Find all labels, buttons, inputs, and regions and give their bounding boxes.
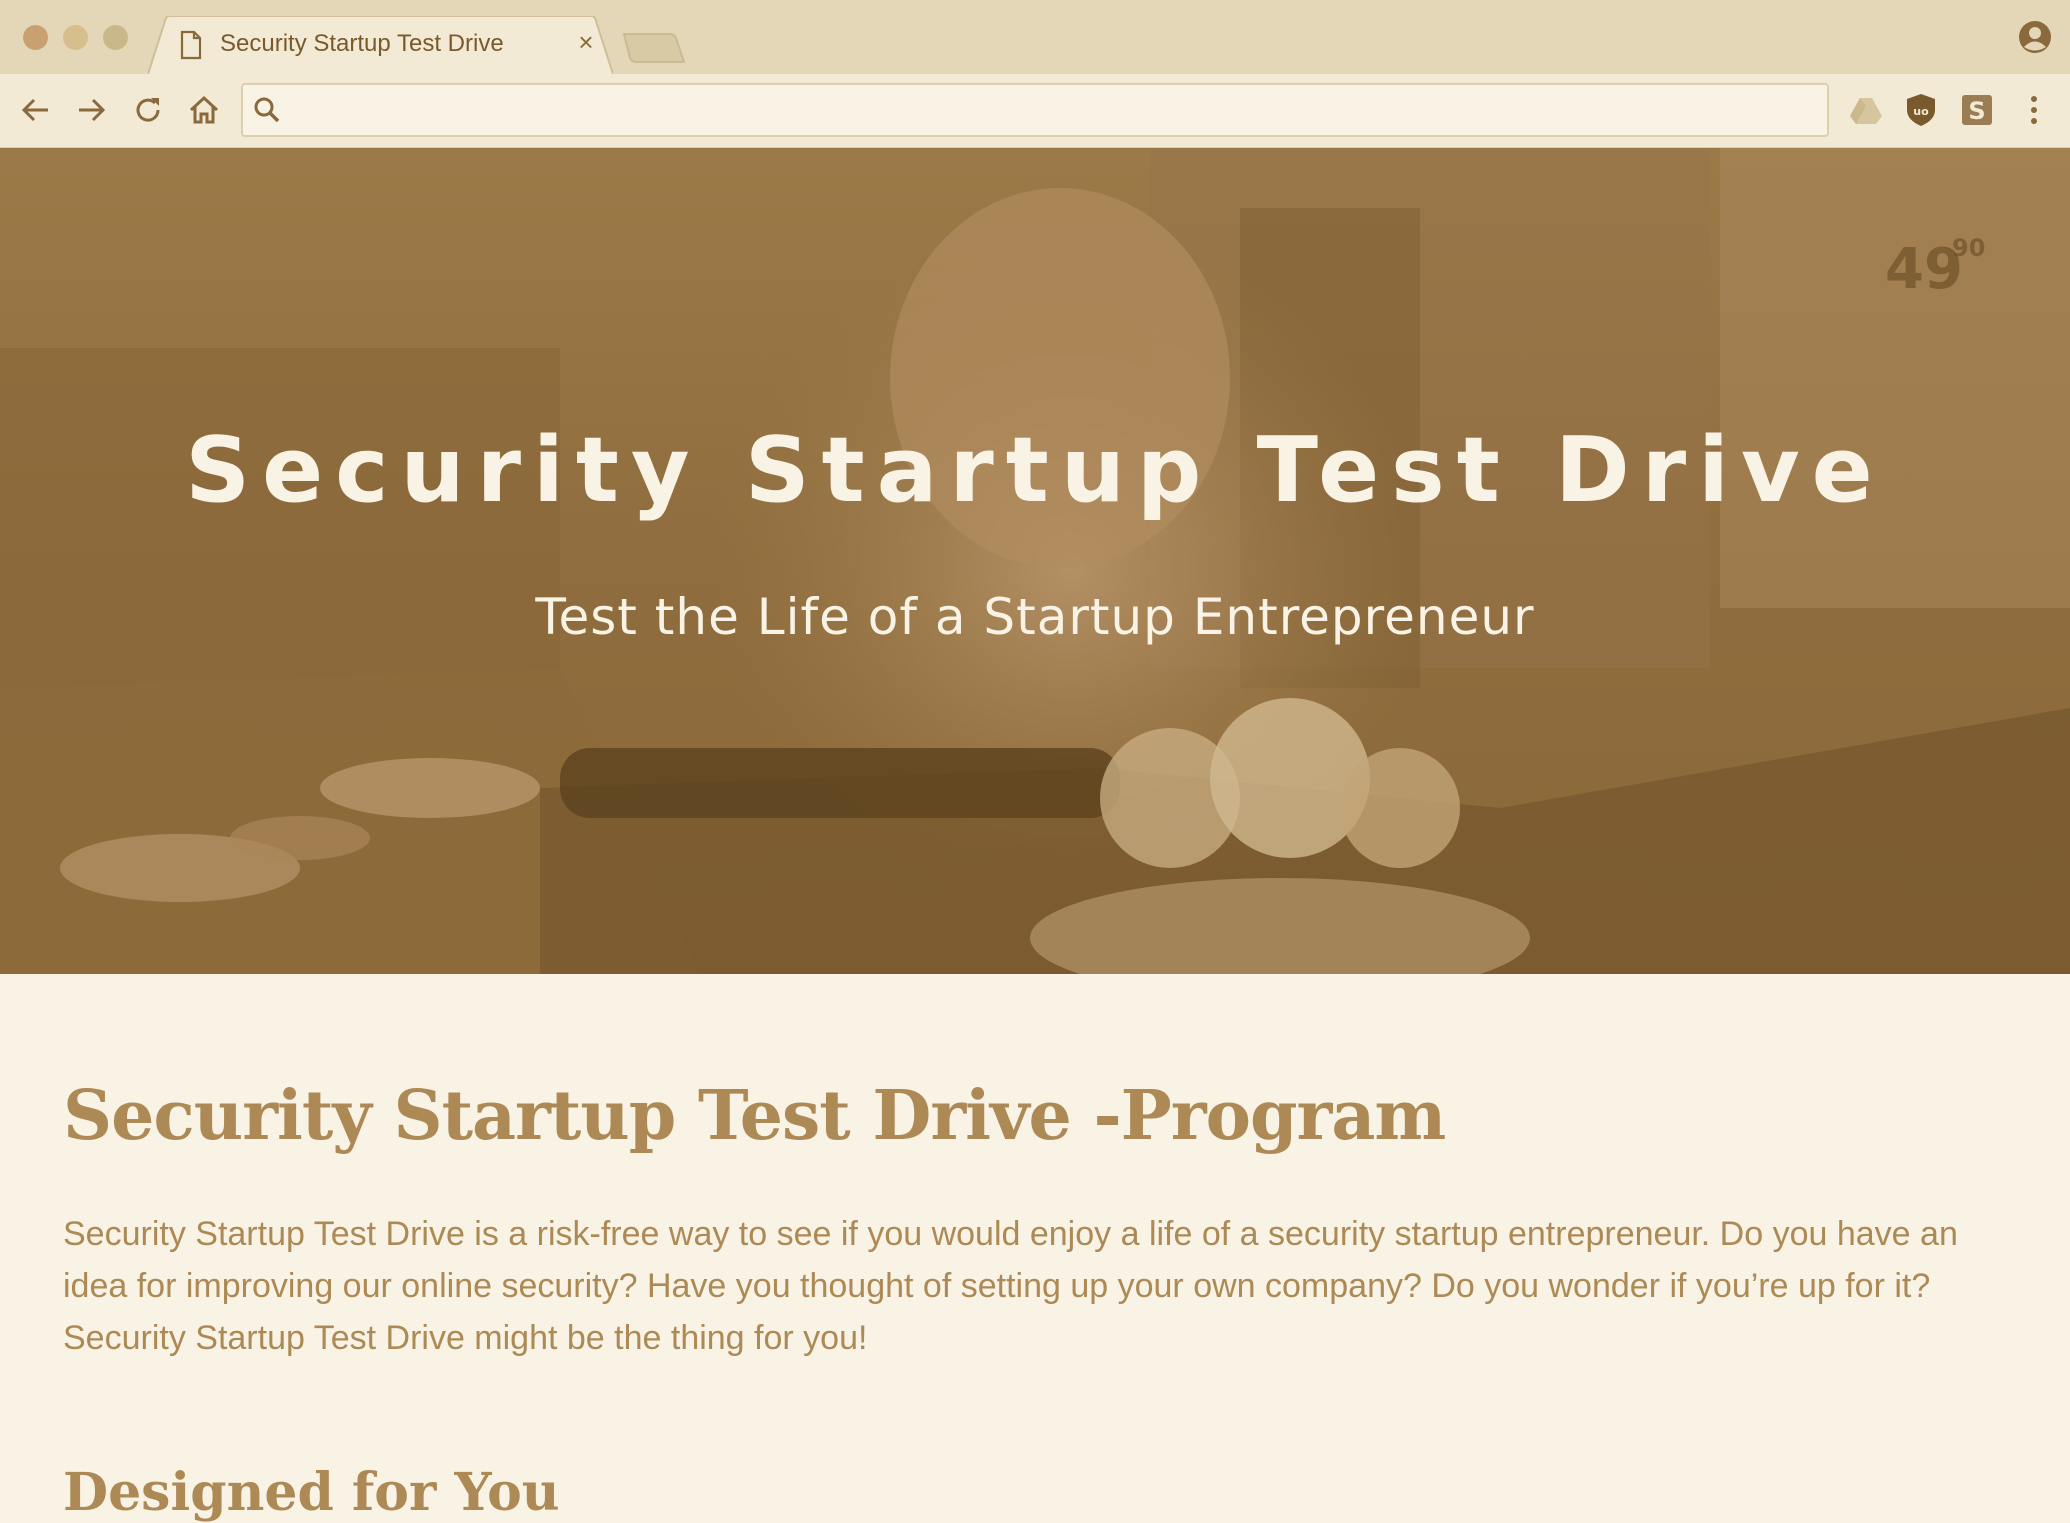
- forward-button[interactable]: [73, 92, 109, 128]
- hero-banner: 49 90 Security Startup Test Drive Test t…: [0, 148, 2070, 974]
- google-drive-extension-icon: [1850, 98, 1882, 124]
- window-close-button[interactable]: [23, 25, 48, 50]
- hero-title: Security Startup Test Drive: [185, 418, 1885, 523]
- home-icon: [189, 95, 219, 124]
- hero-subtitle: Test the Life of a Startup Entrepreneur: [535, 588, 1535, 646]
- more-menu-icon: [2031, 96, 2037, 124]
- more-menu-button[interactable]: [2016, 92, 2052, 128]
- s-extension-button[interactable]: S: [1959, 92, 1995, 128]
- search-icon: [254, 97, 280, 123]
- hero-background-photo: 49 90: [0, 148, 2070, 974]
- close-icon[interactable]: ×: [574, 29, 598, 55]
- reload-button[interactable]: [130, 92, 166, 128]
- profile-icon[interactable]: [2018, 20, 2052, 54]
- forward-icon: [79, 98, 106, 122]
- back-button[interactable]: [18, 92, 54, 128]
- reload-icon: [136, 98, 160, 122]
- program-description: Security Startup Test Drive is a risk-fr…: [63, 1215, 1958, 1357]
- ublock-extension-icon: uo: [1907, 94, 1935, 126]
- tab-title: Security Startup Test Drive: [220, 30, 504, 57]
- new-tab-icon[interactable]: [622, 32, 686, 64]
- window-minimize-button[interactable]: [63, 25, 88, 50]
- program-heading: Security Startup Test Drive -Program: [63, 1076, 1446, 1156]
- document-icon: [180, 30, 202, 60]
- svg-text:uo: uo: [1913, 105, 1929, 118]
- back-icon: [21, 98, 48, 122]
- price-sign-cents: 90: [1952, 234, 1985, 262]
- home-button[interactable]: [186, 92, 222, 128]
- address-bar[interactable]: [241, 83, 1829, 137]
- google-drive-extension-button[interactable]: [1848, 92, 1884, 128]
- s-extension-icon: S: [1962, 95, 1992, 125]
- ublock-extension-button[interactable]: uo: [1903, 92, 1939, 128]
- designed-for-you-heading: Designed for You: [63, 1462, 560, 1523]
- svg-text:S: S: [1968, 97, 1985, 125]
- window-maximize-button[interactable]: [103, 25, 128, 50]
